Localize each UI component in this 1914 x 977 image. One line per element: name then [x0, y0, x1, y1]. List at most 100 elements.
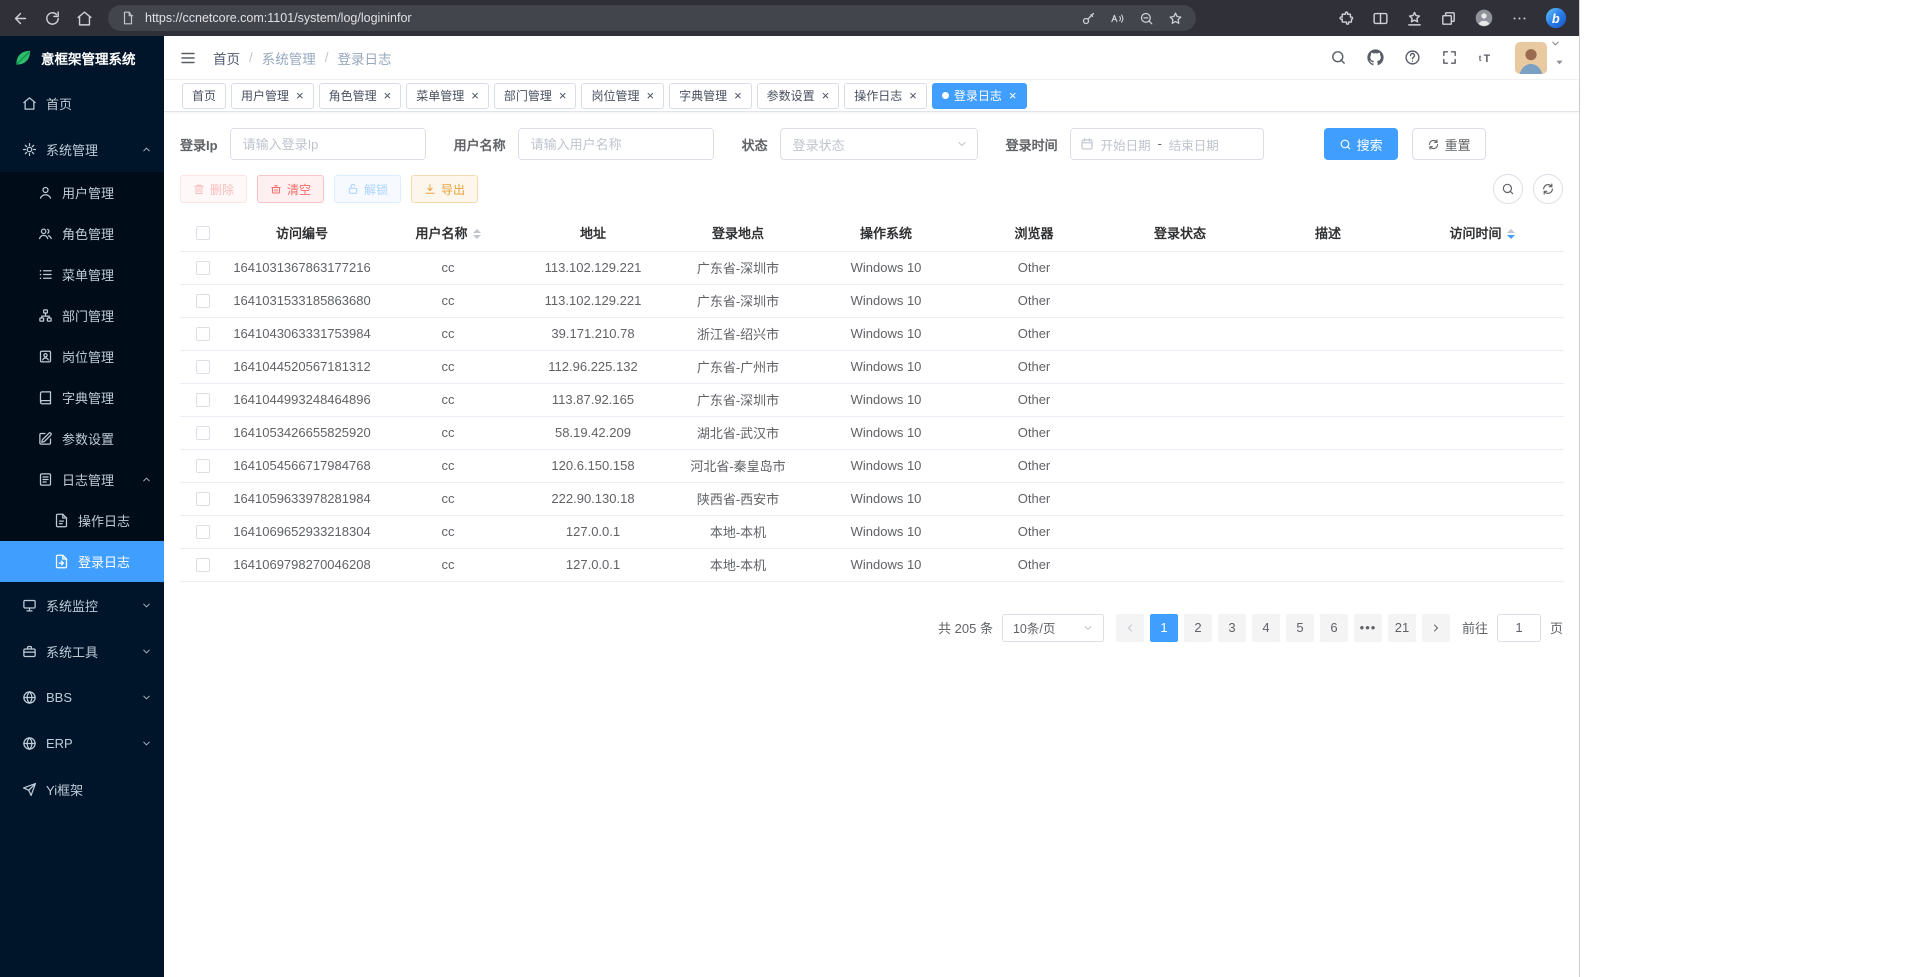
column-header-访问时间[interactable]: 访问时间 — [1400, 214, 1564, 251]
page-size-select[interactable]: 10条/页 — [1002, 614, 1104, 642]
sidebar-item-param-settings[interactable]: 参数设置 — [0, 418, 164, 459]
table-row[interactable]: 1641069798270046208cc127.0.0.1本地-本机Windo… — [180, 548, 1564, 581]
tab-close-icon[interactable]: × — [909, 89, 917, 102]
app-logo[interactable]: 意框架管理系统 — [0, 36, 164, 80]
row-checkbox[interactable] — [196, 360, 210, 374]
collections-icon[interactable] — [1440, 10, 1457, 27]
tab-close-icon[interactable]: × — [384, 89, 392, 102]
end-date-placeholder[interactable]: 结束日期 — [1169, 135, 1219, 154]
tab-dict-mgmt[interactable]: 字典管理× — [669, 83, 752, 109]
favorites-icon[interactable] — [1406, 10, 1423, 27]
sidebar-item-post-mgmt[interactable]: 岗位管理 — [0, 336, 164, 377]
sidebar-item-operation-log[interactable]: 操作日志 — [0, 500, 164, 541]
header-search-icon[interactable] — [1330, 49, 1347, 66]
sidebar-item-menu-mgmt[interactable]: 菜单管理 — [0, 254, 164, 295]
row-checkbox[interactable] — [196, 393, 210, 407]
reset-button[interactable]: 重置 — [1412, 128, 1486, 160]
clear-button[interactable]: 清空 — [257, 175, 324, 203]
tab-role-mgmt[interactable]: 角色管理× — [319, 83, 402, 109]
browser-more-icon[interactable] — [1511, 10, 1528, 27]
goto-page-input[interactable] — [1497, 614, 1541, 642]
column-header-用户名称[interactable]: 用户名称 — [378, 214, 518, 251]
username-input[interactable] — [518, 128, 714, 160]
page-button-4[interactable]: 4 — [1252, 614, 1280, 642]
sidebar-item-dept-mgmt[interactable]: 部门管理 — [0, 295, 164, 336]
tab-close-icon[interactable]: × — [1009, 89, 1017, 102]
back-icon[interactable] — [12, 10, 29, 27]
page-button-5[interactable]: 5 — [1286, 614, 1314, 642]
extensions-icon[interactable] — [1338, 10, 1355, 27]
tab-close-icon[interactable]: × — [734, 89, 742, 102]
fullscreen-icon[interactable] — [1441, 49, 1458, 66]
export-button[interactable]: 导出 — [411, 175, 478, 203]
table-row[interactable]: 1641043063331753984cc39.171.210.78浙江省-绍兴… — [180, 317, 1564, 350]
user-avatar[interactable] — [1515, 42, 1547, 74]
tab-param-settings[interactable]: 参数设置× — [757, 83, 840, 109]
row-checkbox[interactable] — [196, 525, 210, 539]
row-checkbox[interactable] — [196, 261, 210, 275]
table-row[interactable]: 1641044520567181312cc112.96.225.132广东省-广… — [180, 350, 1564, 383]
start-date-placeholder[interactable]: 开始日期 — [1101, 135, 1151, 154]
sort-carets-icon[interactable] — [1507, 229, 1515, 239]
table-row[interactable]: 1641031367863177216cc113.102.129.221广东省-… — [180, 251, 1564, 284]
tab-post-mgmt[interactable]: 岗位管理× — [581, 83, 664, 109]
pager-more-button[interactable]: ••• — [1354, 614, 1382, 642]
tab-menu-mgmt[interactable]: 菜单管理× — [406, 83, 489, 109]
github-icon[interactable] — [1367, 49, 1384, 66]
table-row[interactable]: 1641059633978281984cc222.90.130.18陕西省-西安… — [180, 482, 1564, 515]
page-button-2[interactable]: 2 — [1184, 614, 1212, 642]
sidebar-item-bbs[interactable]: BBS — [0, 674, 164, 720]
tab-close-icon[interactable]: × — [822, 89, 830, 102]
refresh-table-button[interactable] — [1533, 174, 1563, 204]
page-button-6[interactable]: 6 — [1320, 614, 1348, 642]
sidebar-item-yi-framework[interactable]: Yi框架 — [0, 766, 164, 812]
search-button[interactable]: 搜索 — [1324, 128, 1398, 160]
tab-close-icon[interactable]: × — [646, 89, 654, 102]
sort-carets-icon[interactable] — [473, 229, 481, 239]
hamburger-icon[interactable] — [179, 49, 197, 67]
font-size-icon[interactable]: tT — [1478, 49, 1495, 66]
sidebar-item-login-log[interactable]: 登录日志 — [0, 541, 164, 582]
tab-close-icon[interactable]: × — [559, 89, 567, 102]
toggle-search-button[interactable] — [1493, 174, 1523, 204]
tab-dept-mgmt[interactable]: 部门管理× — [494, 83, 577, 109]
tab-operation-log[interactable]: 操作日志× — [844, 83, 927, 109]
zoom-out-icon[interactable] — [1139, 11, 1154, 26]
login-ip-input[interactable] — [230, 128, 426, 160]
browser-profile-avatar[interactable] — [1474, 8, 1494, 28]
sidebar-item-home[interactable]: 首页 — [0, 80, 164, 126]
row-checkbox[interactable] — [196, 558, 210, 572]
sidebar-item-system-monitor[interactable]: 系统监控 — [0, 582, 164, 628]
sidebar-item-log-mgmt[interactable]: 日志管理 — [0, 459, 164, 500]
tab-close-icon[interactable]: × — [471, 89, 479, 102]
browser-home-icon[interactable] — [76, 10, 93, 27]
sidebar-item-system-tools[interactable]: 系统工具 — [0, 628, 164, 674]
page-button-3[interactable]: 3 — [1218, 614, 1246, 642]
prev-page-button[interactable] — [1116, 614, 1144, 642]
table-row[interactable]: 1641053426655825920cc58.19.42.209湖北省-武汉市… — [180, 416, 1564, 449]
delete-button[interactable]: 删除 — [180, 175, 247, 203]
sidebar-item-erp[interactable]: ERP — [0, 720, 164, 766]
select-all-checkbox[interactable] — [196, 226, 210, 240]
page-button-21[interactable]: 21 — [1388, 614, 1416, 642]
table-row[interactable]: 1641044993248464896cc113.87.92.165广东省-深圳… — [180, 383, 1564, 416]
sidebar-item-user-mgmt[interactable]: 用户管理 — [0, 172, 164, 213]
sidebar-item-system-mgmt[interactable]: 系统管理 — [0, 126, 164, 172]
sidebar-item-dict-mgmt[interactable]: 字典管理 — [0, 377, 164, 418]
row-checkbox[interactable] — [196, 294, 210, 308]
row-checkbox[interactable] — [196, 459, 210, 473]
password-key-icon[interactable] — [1081, 11, 1096, 26]
tab-home[interactable]: 首页 — [182, 83, 226, 109]
status-select[interactable]: 登录状态 — [780, 128, 978, 160]
page-button-1[interactable]: 1 — [1150, 614, 1178, 642]
date-range-picker[interactable]: 开始日期 - 结束日期 — [1070, 128, 1264, 160]
row-checkbox[interactable] — [196, 327, 210, 341]
sidebar-collapse-caret-icon[interactable] — [1550, 38, 1561, 49]
read-aloud-icon[interactable] — [1110, 11, 1125, 26]
row-checkbox[interactable] — [196, 492, 210, 506]
address-bar[interactable]: https://ccnetcore.com:1101/system/log/lo… — [108, 5, 1196, 31]
unlock-button[interactable]: 解锁 — [334, 175, 401, 203]
split-screen-icon[interactable] — [1372, 10, 1389, 27]
help-icon[interactable] — [1404, 49, 1421, 66]
row-checkbox[interactable] — [196, 426, 210, 440]
